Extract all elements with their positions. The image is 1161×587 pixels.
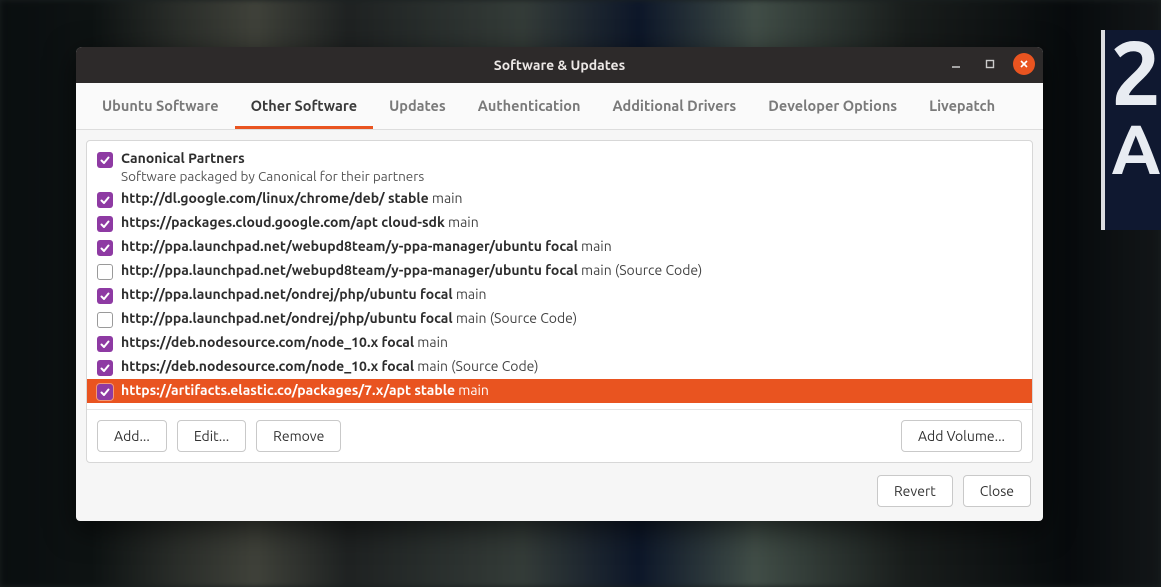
source-row[interactable]: http://ppa.launchpad.net/ondrej/php/ubun… (87, 307, 1032, 331)
software-updates-window: Software & Updates Ubuntu SoftwareOther … (76, 47, 1043, 521)
source-row[interactable]: http://ppa.launchpad.net/webupd8team/y-p… (87, 259, 1032, 283)
source-row[interactable]: https://deb.nodesource.com/node_10.x foc… (87, 355, 1032, 379)
source-label: http://ppa.launchpad.net/ondrej/php/ubun… (121, 310, 577, 328)
tab-ubuntu-software[interactable]: Ubuntu Software (86, 83, 235, 129)
source-row[interactable]: http://dl.google.com/linux/chrome/deb/ s… (87, 187, 1032, 211)
source-checkbox[interactable] (97, 240, 113, 256)
source-row[interactable]: https://artifacts.elastic.co/packages/7.… (87, 379, 1032, 403)
source-checkbox[interactable] (97, 192, 113, 208)
window-controls (945, 53, 1035, 75)
source-checkbox[interactable] (97, 152, 113, 168)
tab-authentication[interactable]: Authentication (462, 83, 597, 129)
source-checkbox[interactable] (97, 360, 113, 376)
tab-developer-options[interactable]: Developer Options (752, 83, 913, 129)
sources-pane: Canonical PartnersSoftware packaged by C… (86, 140, 1033, 463)
remove-button[interactable]: Remove (256, 420, 341, 452)
source-row[interactable]: https://deb.nodesource.com/node_10.x foc… (87, 331, 1032, 355)
source-label: http://ppa.launchpad.net/webupd8team/y-p… (121, 238, 612, 256)
tab-bar: Ubuntu SoftwareOther SoftwareUpdatesAuth… (76, 83, 1043, 130)
sources-toolbar: Add... Edit... Remove Add Volume... (87, 409, 1032, 462)
source-label: Canonical PartnersSoftware packaged by C… (121, 150, 424, 184)
source-label: https://artifacts.elastic.co/packages/7.… (121, 382, 489, 400)
source-row[interactable]: http://ppa.launchpad.net/ondrej/php/ubun… (87, 283, 1032, 307)
edit-button[interactable]: Edit... (177, 420, 246, 452)
source-label: http://ppa.launchpad.net/webupd8team/y-p… (121, 262, 702, 280)
add-volume-button[interactable]: Add Volume... (901, 420, 1022, 452)
source-row[interactable]: http://ppa.launchpad.net/webupd8team/y-p… (87, 235, 1032, 259)
source-checkbox[interactable] (97, 264, 113, 280)
maximize-button[interactable] (979, 53, 1001, 75)
source-label: https://packages.cloud.google.com/apt cl… (121, 214, 479, 232)
subway-sign-decor: 2A (1101, 30, 1161, 230)
tab-livepatch[interactable]: Livepatch (913, 83, 1011, 129)
close-dialog-button[interactable]: Close (963, 475, 1031, 507)
source-label: https://deb.nodesource.com/node_10.x foc… (121, 334, 448, 352)
minimize-button[interactable] (945, 53, 967, 75)
revert-button[interactable]: Revert (877, 475, 953, 507)
close-button[interactable] (1013, 53, 1035, 75)
window-title: Software & Updates (494, 57, 625, 73)
tab-additional-drivers[interactable]: Additional Drivers (596, 83, 752, 129)
tab-updates[interactable]: Updates (373, 83, 462, 129)
source-label: http://ppa.launchpad.net/ondrej/php/ubun… (121, 286, 487, 304)
source-checkbox[interactable] (97, 336, 113, 352)
source-checkbox[interactable] (97, 288, 113, 304)
source-row[interactable]: https://packages.cloud.google.com/apt cl… (87, 211, 1032, 235)
tab-other-software[interactable]: Other Software (235, 83, 374, 129)
source-checkbox[interactable] (97, 384, 113, 400)
add-button[interactable]: Add... (97, 420, 167, 452)
source-row[interactable]: Canonical PartnersSoftware packaged by C… (87, 147, 1032, 187)
source-checkbox[interactable] (97, 216, 113, 232)
source-checkbox[interactable] (97, 312, 113, 328)
sources-list[interactable]: Canonical PartnersSoftware packaged by C… (87, 141, 1032, 409)
titlebar: Software & Updates (76, 47, 1043, 83)
dialog-footer: Revert Close (76, 463, 1043, 521)
toolbar-spacer (351, 420, 891, 452)
source-label: http://dl.google.com/linux/chrome/deb/ s… (121, 190, 463, 208)
source-label: https://deb.nodesource.com/node_10.x foc… (121, 358, 539, 376)
